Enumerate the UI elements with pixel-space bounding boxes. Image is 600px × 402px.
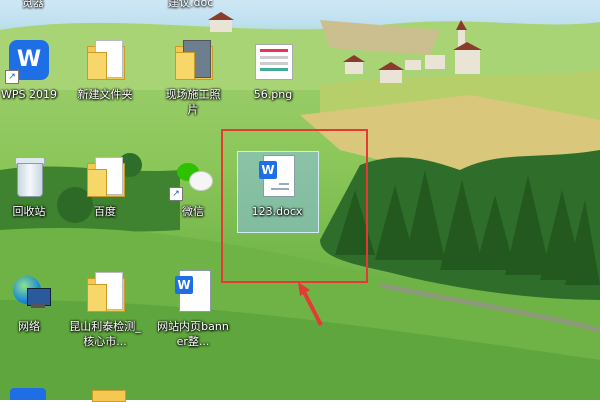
desktop-icon-wps[interactable]: W ↗ WPS 2019 <box>0 38 66 102</box>
icon-label: 现场施工照片 <box>165 88 221 116</box>
partial-icon[interactable] <box>92 390 126 402</box>
annotation-arrow-icon <box>298 282 323 326</box>
wps-icon: W ↗ <box>5 38 51 84</box>
word-doc-icon: W <box>171 270 215 314</box>
desktop-icon-baidu[interactable]: 百度 <box>68 155 142 219</box>
icon-label: 微信 <box>182 205 204 218</box>
icon-label: WPS 2019 <box>1 88 57 101</box>
cut-icon-label: 览器 <box>22 0 44 9</box>
desktop-icon-site-photos[interactable]: 现场施工照片 <box>156 38 230 117</box>
image-file-icon <box>251 38 295 82</box>
desktop-icon-banner[interactable]: W 网站内页banner整... <box>156 270 230 349</box>
wechat-icon: ↗ <box>169 155 215 201</box>
icon-label: 56.png <box>253 88 293 101</box>
folder-icon <box>83 270 127 314</box>
icon-label: 新建文件夹 <box>77 88 133 101</box>
desktop-icon-kunshan[interactable]: 昆山利泰检测_核心市... <box>68 270 142 349</box>
network-icon <box>7 270 51 314</box>
desktop-icon-network[interactable]: 网络 <box>0 270 66 334</box>
desktop-icon-wechat[interactable]: ↗ 微信 <box>156 155 230 219</box>
partial-icon[interactable] <box>10 388 46 400</box>
icon-label: 网络 <box>18 320 40 333</box>
folder-icon <box>83 155 127 199</box>
folder-icon <box>83 38 127 82</box>
shortcut-arrow-icon: ↗ <box>169 187 183 201</box>
recycle-bin-icon <box>7 155 51 199</box>
icon-label: 百度 <box>94 205 116 218</box>
cut-icon-label: 建议.doc <box>168 0 214 9</box>
icon-label: 网站内页banner整... <box>157 320 229 348</box>
folder-icon <box>171 38 215 82</box>
desktop-icon-recycle-bin[interactable]: 回收站 <box>0 155 66 219</box>
icon-label: 昆山利泰检测_核心市... <box>69 320 141 348</box>
shortcut-arrow-icon: ↗ <box>5 70 19 84</box>
desktop-icon-new-folder[interactable]: 新建文件夹 <box>68 38 142 102</box>
annotation-box <box>221 129 368 283</box>
icon-label: 回收站 <box>12 205 46 218</box>
desktop-icon-png[interactable]: 56.png <box>236 38 310 102</box>
